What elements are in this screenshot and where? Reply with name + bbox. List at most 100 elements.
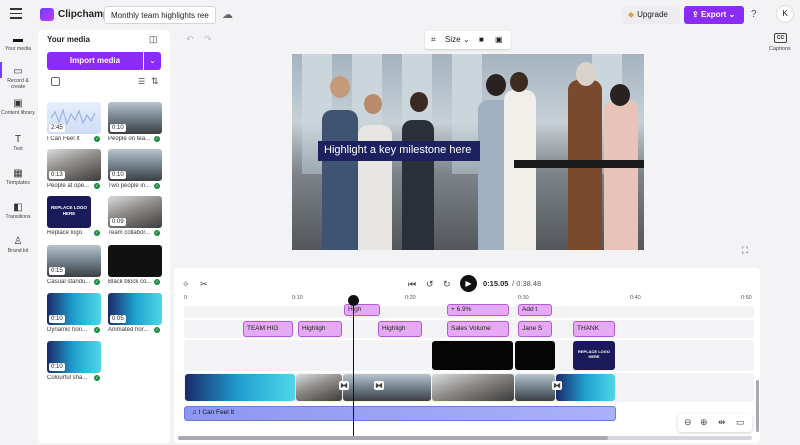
text-clip[interactable]: Highligh xyxy=(298,321,342,337)
upgrade-button[interactable]: ◆ Upgrade xyxy=(622,6,680,24)
text-clip[interactable]: Highligh xyxy=(378,321,422,337)
camera-icon: ▭ xyxy=(13,66,23,77)
select-all-checkbox[interactable] xyxy=(51,77,60,86)
clipchamp-logo xyxy=(40,8,54,21)
added-check-icon: ✓ xyxy=(94,230,100,236)
sort-icon[interactable]: ⇅ xyxy=(151,76,159,87)
table-shape xyxy=(514,160,644,168)
import-dropdown-button[interactable]: ⌄ xyxy=(144,52,161,70)
upgrade-label: Upgrade xyxy=(637,10,668,19)
undo-icon[interactable]: ↶ xyxy=(186,34,194,45)
media-label: Dynamic hori... xyxy=(47,327,88,333)
video-clip[interactable] xyxy=(185,374,295,401)
video-clip[interactable] xyxy=(556,374,615,401)
text-clip[interactable]: THANK xyxy=(573,321,615,337)
media-thumb[interactable]: 2:45 xyxy=(47,102,101,134)
import-media-button[interactable]: Import media xyxy=(47,52,143,70)
app-name: Clipchamp xyxy=(58,9,110,20)
media-thumb[interactable]: 0:10 xyxy=(47,341,101,373)
video-clip[interactable] xyxy=(296,374,342,401)
added-check-icon: ✓ xyxy=(94,375,100,381)
media-thumb[interactable]: 0:09 xyxy=(108,196,162,228)
transition-icon[interactable]: ⧓ xyxy=(374,381,384,390)
transition-icon[interactable]: ⧓ xyxy=(552,381,562,390)
play-button[interactable]: ▶ xyxy=(460,275,477,292)
chevron-down-icon[interactable]: ⌄ xyxy=(463,35,470,44)
clip-label: Add t xyxy=(522,306,538,313)
rail-item-text[interactable]: T Text xyxy=(0,134,36,152)
text-clip[interactable]: + 6.9% xyxy=(447,304,509,316)
text-clip[interactable]: TEAM HIG xyxy=(243,321,293,337)
text-clip[interactable]: High xyxy=(344,304,380,316)
scroll-thumb[interactable] xyxy=(178,436,608,440)
person-head xyxy=(510,72,528,92)
filter-icon[interactable]: ☰ xyxy=(138,77,145,86)
crop-icon[interactable]: ⌗ xyxy=(431,35,436,45)
help-icon[interactable]: ? xyxy=(751,9,757,20)
fit-timeline-icon[interactable]: ⇹ xyxy=(718,417,726,428)
logo-clip[interactable]: REPLACE LOGO HERE xyxy=(573,341,615,370)
timeline-view-icon[interactable]: ▭ xyxy=(736,417,745,428)
redo-icon[interactable]: ↷ xyxy=(204,34,212,45)
screenshot-icon[interactable]: ▣ xyxy=(495,35,503,44)
captions-icon[interactable]: CC xyxy=(774,33,787,43)
video-clip[interactable] xyxy=(515,374,555,401)
ruler-tick: 0:50 xyxy=(741,295,752,301)
fullscreen-icon[interactable]: ⛶ xyxy=(742,245,748,256)
added-check-icon: ✓ xyxy=(94,327,100,333)
duration-badge: 0:15 xyxy=(49,267,65,275)
media-thumb[interactable]: 0:10 xyxy=(108,149,162,181)
playhead-handle[interactable] xyxy=(348,295,359,306)
forward-5s-icon[interactable]: ↻ xyxy=(443,279,451,290)
media-thumb[interactable]: 0:15 xyxy=(47,245,101,277)
media-thumb[interactable]: 0:10 xyxy=(47,293,101,325)
black-block-clip[interactable] xyxy=(515,341,555,370)
menu-icon[interactable] xyxy=(10,8,22,20)
audio-clip[interactable] xyxy=(184,406,616,421)
rail-item-content-library[interactable]: ▣ Content library xyxy=(0,98,36,116)
rail-item-record-create[interactable]: ▭ Record & create xyxy=(0,66,36,90)
text-clip[interactable]: Sales Volume xyxy=(447,321,509,337)
text-clip[interactable]: Add t xyxy=(518,304,552,316)
rail-item-brand-kit[interactable]: ♙ Brand kit xyxy=(0,236,36,254)
clip-label: Highligh xyxy=(382,325,406,332)
collapse-panel-icon[interactable]: ◫ xyxy=(149,34,158,45)
media-label: Colourful sha... xyxy=(47,375,88,381)
timeline-vertical-scrollbar[interactable] xyxy=(756,380,759,432)
camera-icon[interactable]: ■ xyxy=(479,35,484,44)
timeline-horizontal-scrollbar[interactable] xyxy=(178,436,752,440)
black-block-clip[interactable] xyxy=(432,341,513,370)
size-label[interactable]: Size xyxy=(445,35,461,44)
video-clip[interactable] xyxy=(432,374,514,401)
rewind-5s-icon[interactable]: ↺ xyxy=(426,279,434,290)
skip-back-icon[interactable]: ⏮ xyxy=(408,279,416,290)
rail-label: Text xyxy=(13,146,23,152)
duration-badge: 0:05 xyxy=(110,315,126,323)
zoom-out-icon[interactable]: ⊖ xyxy=(684,417,692,428)
zoom-in-icon[interactable]: ⊕ xyxy=(700,417,708,428)
avatar[interactable]: K xyxy=(776,5,794,23)
transitions-icon: ◧ xyxy=(13,202,23,213)
person-head xyxy=(364,94,382,114)
media-thumb[interactable]: 0:10 xyxy=(108,102,162,134)
cloud-sync-icon: ☁ xyxy=(222,9,233,21)
video-clip[interactable] xyxy=(343,374,431,401)
clip-label: High xyxy=(348,306,362,313)
split-scissors-icon[interactable]: ✂ xyxy=(200,279,208,290)
text-clip[interactable]: Jane S xyxy=(518,321,552,337)
media-thumb[interactable]: 0:05 xyxy=(108,293,162,325)
media-thumb[interactable] xyxy=(108,245,162,277)
caption-text[interactable]: Highlight a key milestone here xyxy=(318,141,480,161)
rail-item-templates[interactable]: ▦ Templates xyxy=(0,168,36,186)
transition-icon[interactable]: ⧓ xyxy=(339,381,349,390)
preview-toolbar: ⌗ Size ⌄ ■ ▣ xyxy=(425,31,511,49)
export-button[interactable]: ⇪ Export ⌄ xyxy=(684,6,744,24)
ruler-tick: 0 xyxy=(184,295,188,301)
media-thumb[interactable]: 0:13 xyxy=(47,149,101,181)
magic-edit-icon[interactable]: ✧ xyxy=(182,279,190,290)
added-check-icon: ✓ xyxy=(94,183,100,189)
rail-item-transitions[interactable]: ◧ Transitions xyxy=(0,202,36,220)
rail-item-your-media[interactable]: ▬ Your media xyxy=(0,34,36,52)
project-title-input[interactable]: Monthly team highlights ree xyxy=(104,6,216,24)
media-thumb[interactable]: REPLACE LOGO HERE xyxy=(47,196,91,228)
